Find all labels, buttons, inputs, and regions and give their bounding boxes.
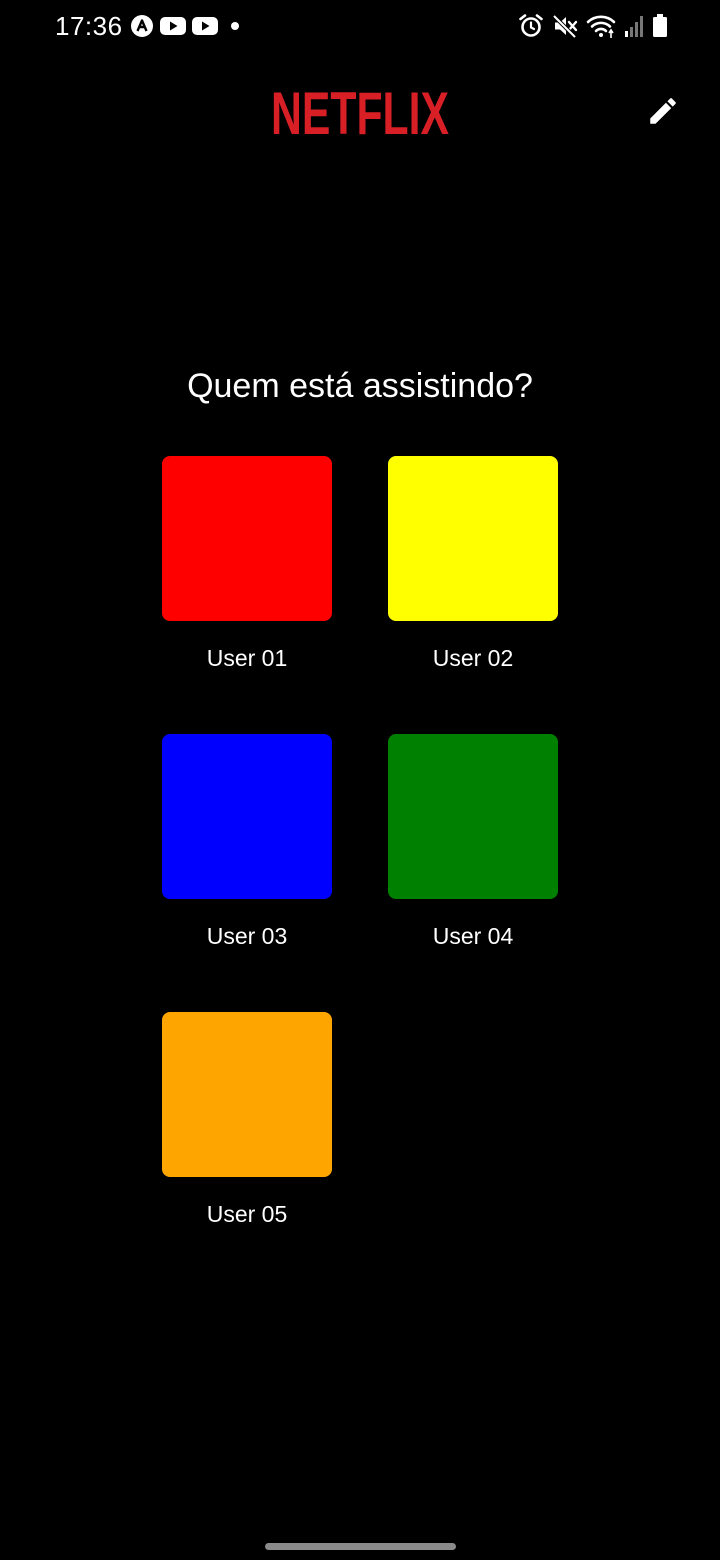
profile-name: User 03 <box>206 923 288 949</box>
profile-avatar[interactable] <box>162 734 332 899</box>
profile-name: User 01 <box>206 645 288 671</box>
profile-name: User 05 <box>206 1201 288 1227</box>
profile-name: User 02 <box>432 645 514 671</box>
home-indicator[interactable] <box>265 1543 456 1550</box>
profile-user-02[interactable]: User 02 <box>388 456 558 671</box>
profile-avatar[interactable] <box>388 456 558 621</box>
profile-user-01[interactable]: User 01 <box>162 456 332 671</box>
profile-user-04[interactable]: User 04 <box>388 734 558 949</box>
profile-user-05[interactable]: User 05 <box>162 1012 332 1227</box>
profile-user-03[interactable]: User 03 <box>162 734 332 949</box>
profile-avatar[interactable] <box>162 456 332 621</box>
profile-avatar[interactable] <box>162 1012 332 1177</box>
profile-avatar[interactable] <box>388 734 558 899</box>
profile-name: User 04 <box>432 923 514 949</box>
profiles-grid: User 01 User 02 User 03 User 04 User 05 <box>0 0 720 1560</box>
